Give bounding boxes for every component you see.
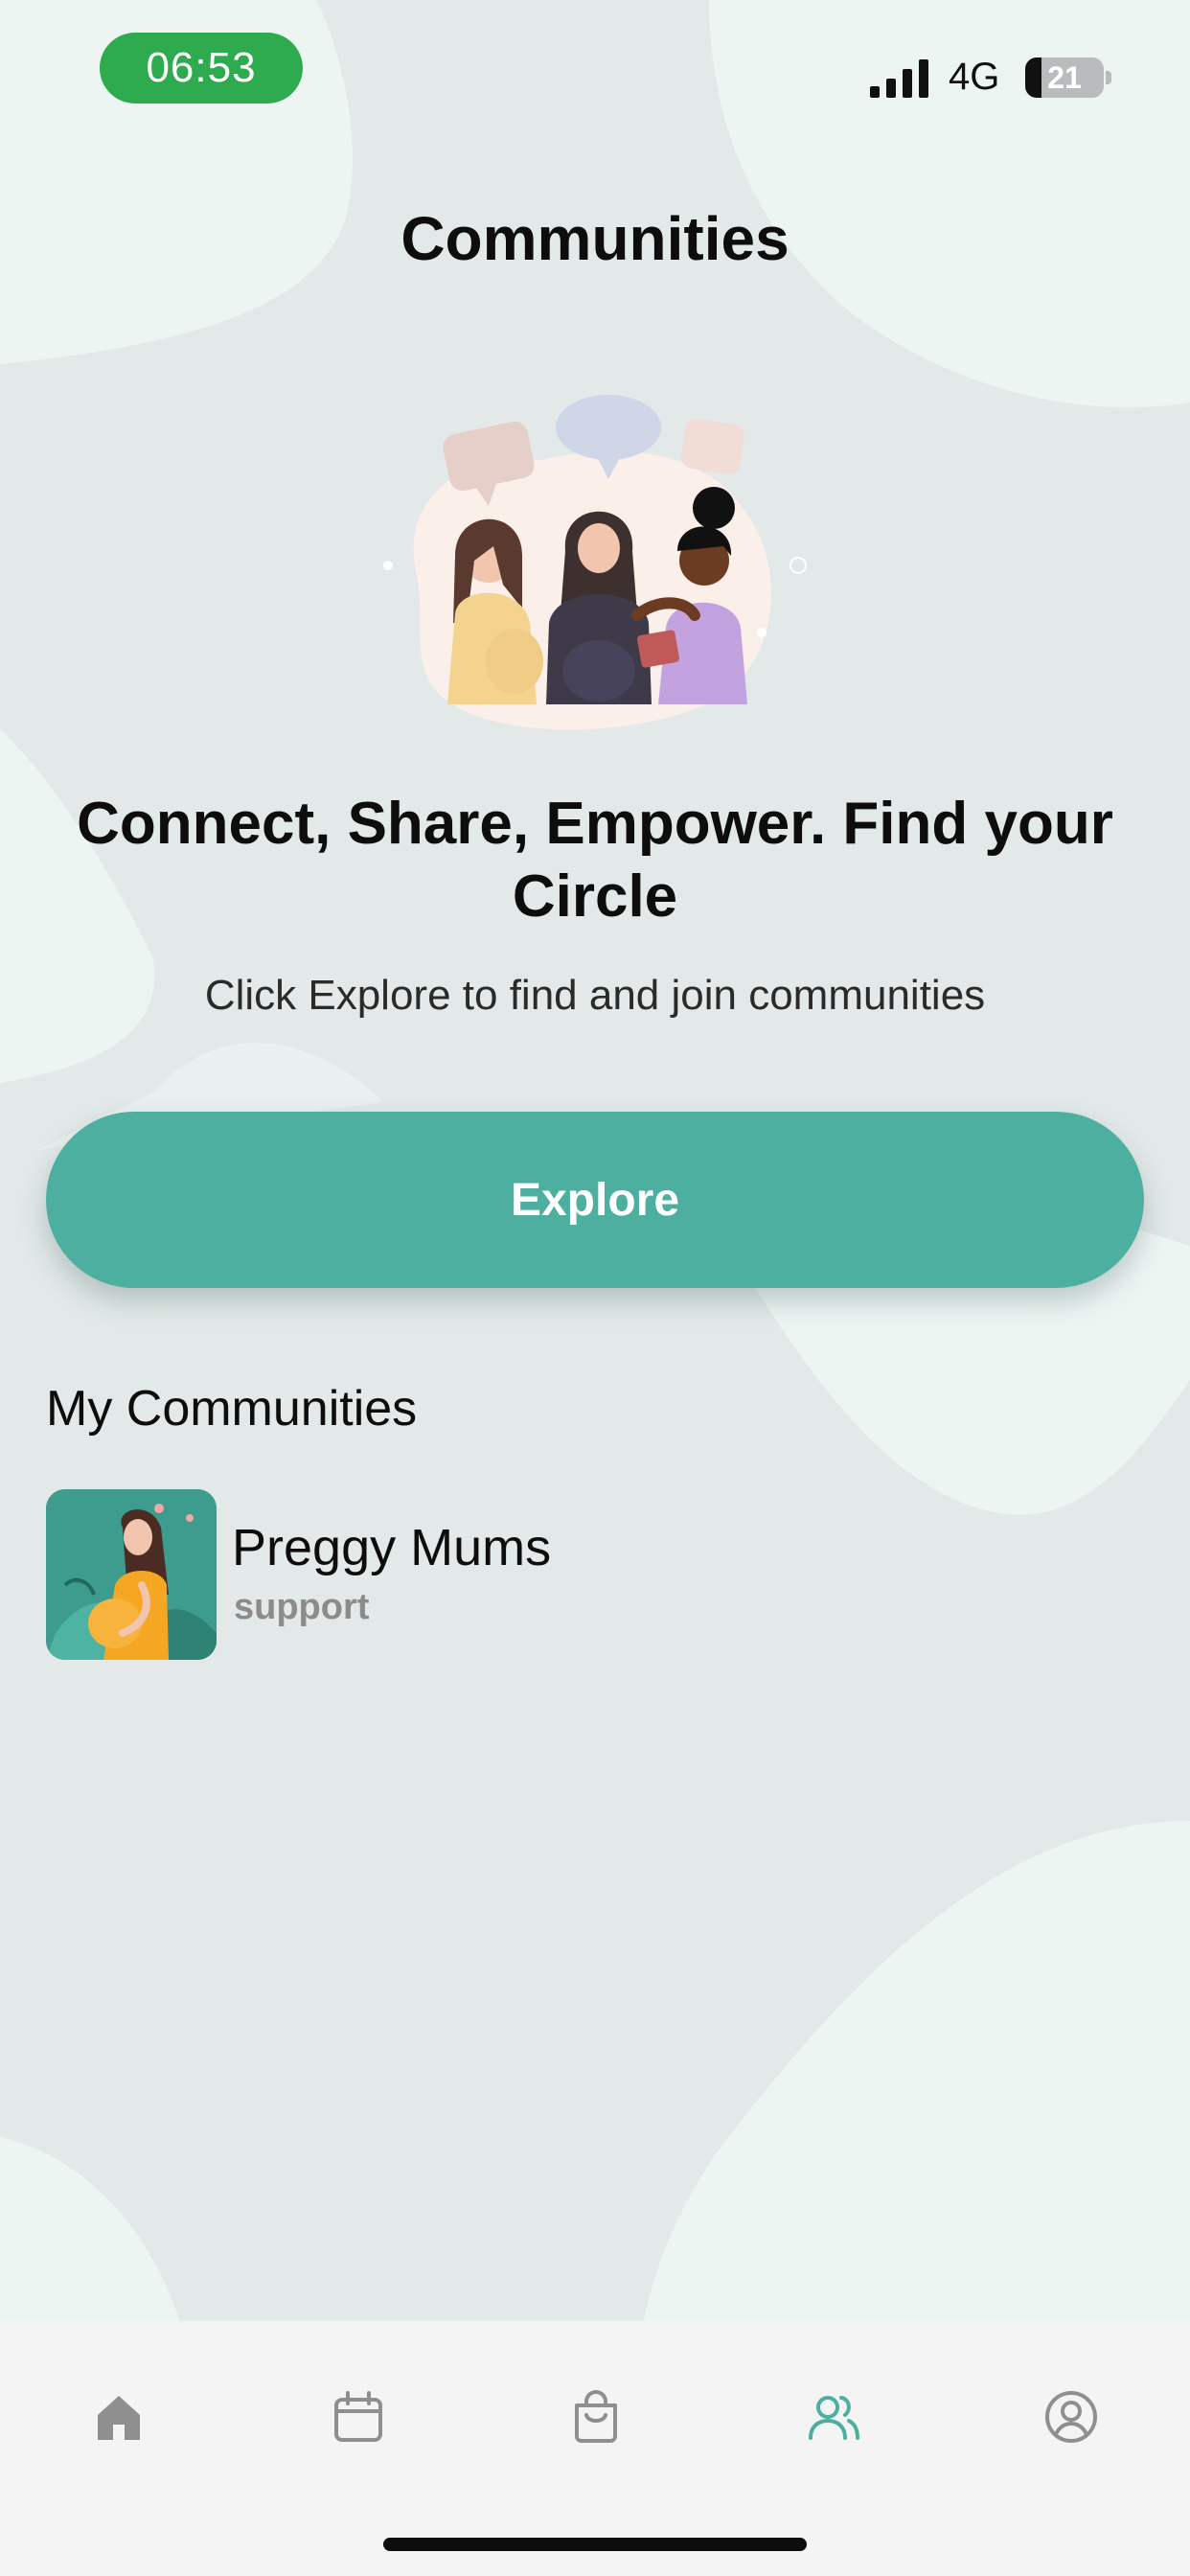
shopping-bag-icon xyxy=(575,2389,617,2443)
community-list-item[interactable]: Preggy Mums support xyxy=(46,1489,908,1662)
tab-profile[interactable] xyxy=(1042,2388,1100,2446)
network-type: 4G xyxy=(949,56,1000,98)
home-indicator xyxy=(383,2538,807,2551)
cellular-signal-icon xyxy=(870,59,928,98)
profile-icon xyxy=(1045,2391,1097,2443)
community-avatar xyxy=(46,1489,217,1660)
background-pattern xyxy=(0,0,1190,2576)
hero-subtitle: Click Explore to find and join communiti… xyxy=(204,972,986,1019)
hero-headline: Connect, Share, Empower. Find your Circl… xyxy=(77,791,1113,930)
community-name: Preggy Mums xyxy=(232,1519,552,1576)
my-communities-title: My Communities xyxy=(46,1381,418,1437)
explore-button[interactable]: Explore xyxy=(46,1112,1144,1288)
community-illustration xyxy=(383,395,807,730)
status-time: 06:53 xyxy=(100,33,303,104)
battery-icon: 21 xyxy=(1025,58,1111,98)
people-icon xyxy=(809,2396,859,2440)
page-title: Communities xyxy=(400,204,790,273)
tab-shop[interactable] xyxy=(567,2388,625,2446)
battery-level: 21 xyxy=(1047,59,1082,95)
bottom-tab-bar xyxy=(0,2321,1190,2576)
calendar-icon xyxy=(334,2391,382,2442)
tab-communities[interactable] xyxy=(805,2388,862,2446)
tab-calendar[interactable] xyxy=(330,2388,387,2446)
status-bar: 06:53 4G 21 xyxy=(0,0,1190,134)
community-tag: support xyxy=(234,1587,370,1627)
home-icon xyxy=(98,2396,140,2440)
tab-home[interactable] xyxy=(90,2388,148,2446)
